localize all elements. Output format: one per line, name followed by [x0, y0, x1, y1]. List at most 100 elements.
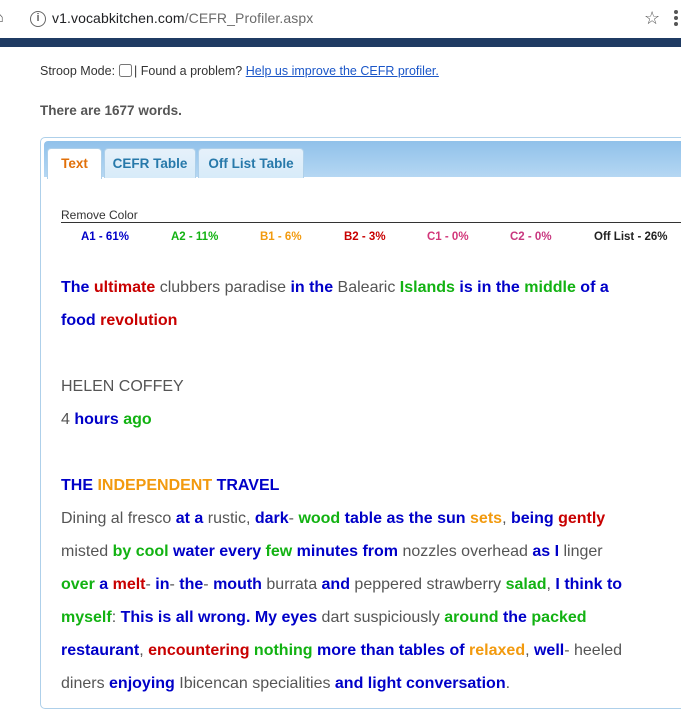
word-segment-a1: being [510, 510, 559, 527]
word-segment-a2: nothing [253, 642, 318, 659]
word-segment-off: - [288, 510, 299, 527]
word-segment-off: . [505, 675, 511, 692]
word-segment-a1: restaurant [61, 642, 140, 659]
word-segment-b1: relaxed [469, 642, 526, 659]
browser-address-bar: ⌂ i v1.vocabkitchen.com/CEFR_Profiler.as… [0, 0, 681, 39]
legend-b2[interactable]: B2 - 3% [344, 231, 386, 243]
text-line: diners enjoying Ibicencan specialities a… [61, 674, 510, 694]
tab-off-list-table[interactable]: Off List Table [198, 148, 304, 178]
word-segment-a2: Islands [399, 279, 460, 296]
stroop-mode-label: Stroop Mode: [40, 64, 116, 78]
word-segment-a1: as I [532, 543, 564, 560]
help-improve-link[interactable]: Help us improve the CEFR profiler. [246, 64, 439, 78]
word-segment-b1: INDEPENDENT [97, 477, 217, 494]
word-segment-a1: and light conversation [334, 675, 506, 692]
text-line: restaurant, encountering nothing more th… [61, 641, 622, 661]
word-segment-off: , [502, 510, 511, 527]
word-segment-a1: I think to [555, 576, 623, 593]
word-segment-off: : [111, 609, 121, 626]
text-line: over a melt- in- the- mouth burrata and … [61, 575, 622, 595]
site-nav-strip [0, 38, 681, 47]
word-segment-b2: gently [558, 510, 606, 527]
legend-divider [61, 222, 681, 223]
text-line: myself: This is all wrong. My eyes dart … [61, 608, 587, 628]
word-segment-off: rustic, [207, 510, 255, 527]
browser-menu-icon[interactable] [672, 8, 681, 28]
word-segment-off: , [139, 642, 149, 659]
legend-b1[interactable]: B1 - 6% [260, 231, 302, 243]
word-segment-off: - [203, 576, 214, 593]
word-segment-off: - [145, 576, 156, 593]
stroop-mode-checkbox[interactable] [119, 64, 133, 77]
word-segment-off: Ibicencan specialities [179, 675, 335, 692]
word-segment-b2: ultimate [93, 279, 160, 296]
text-line: food revolution [61, 311, 177, 331]
tab-text[interactable]: Text [47, 148, 102, 179]
word-segment-off: dart suspiciously [321, 609, 445, 626]
word-segment-a1: The [61, 279, 94, 296]
text-line: misted by cool water every few minutes f… [61, 542, 603, 562]
text-line: THE INDEPENDENT TRAVEL [61, 476, 279, 496]
url-field[interactable]: v1.vocabkitchen.com/CEFR_Profiler.aspx [52, 10, 313, 26]
remove-color-link[interactable]: Remove Color [61, 208, 138, 222]
word-segment-a1: in the [290, 279, 338, 296]
word-segment-a1: of a [580, 279, 609, 296]
word-segment-a1: at a [175, 510, 208, 527]
word-segment-a1: mouth [213, 576, 267, 593]
word-segment-b1: sets [470, 510, 503, 527]
text-line: Dining al fresco at a rustic, dark- wood… [61, 509, 605, 529]
home-icon[interactable]: ⌂ [0, 10, 10, 26]
bookmark-star-icon[interactable]: ☆ [644, 8, 660, 29]
word-segment-a1: more than tables of [317, 642, 470, 659]
word-segment-a2: few [265, 543, 297, 560]
legend-a1[interactable]: A1 - 61% [81, 231, 129, 243]
legend-off-list[interactable]: Off List - 26% [594, 231, 667, 243]
word-segment-a2: myself [61, 609, 112, 626]
info-icon[interactable]: i [30, 11, 46, 27]
problem-text: | Found a problem? [134, 64, 243, 78]
word-segment-a1: dark [254, 510, 289, 527]
word-segment-off: 4 [61, 411, 75, 428]
url-path: /CEFR_Profiler.aspx [184, 10, 314, 26]
word-segment-off: , [525, 642, 534, 659]
text-line: HELEN COFFEY [61, 377, 184, 397]
word-segment-a1: TRAVEL [216, 477, 280, 494]
word-segment-a1: table as the sun [344, 510, 471, 527]
word-segment-off: clubbers paradise [159, 279, 291, 296]
word-segment-a1: the [502, 609, 532, 626]
word-segment-a1: enjoying [109, 675, 180, 692]
word-segment-a2: ago [123, 411, 152, 428]
word-segment-a1: water every [173, 543, 266, 560]
stroop-mode-row: Stroop Mode: | Found a problem? Help us i… [40, 64, 439, 78]
text-line: 4 hours ago [61, 410, 152, 430]
word-segment-off: Dining al fresco [61, 510, 176, 527]
legend-c2[interactable]: C2 - 0% [510, 231, 552, 243]
word-segment-a1: This is all wrong. My eyes [120, 609, 322, 626]
text-line: The ultimate clubbers paradise in the Ba… [61, 278, 609, 298]
word-segment-off: misted [61, 543, 113, 560]
word-segment-a1: well [533, 642, 565, 659]
word-segment-a1: THE [61, 477, 98, 494]
word-segment-off: - [169, 576, 180, 593]
word-segment-a1: food [61, 312, 101, 329]
word-segment-a2: around [444, 609, 503, 626]
word-segment-off: Balearic [337, 279, 400, 296]
word-segment-a2: middle [524, 279, 581, 296]
tab-cefr-table[interactable]: CEFR Table [104, 148, 196, 178]
word-segment-a2: wood [298, 510, 345, 527]
word-segment-off: diners [61, 675, 110, 692]
url-host: v1.vocabkitchen.com [52, 10, 185, 26]
legend-a2[interactable]: A2 - 11% [171, 231, 218, 243]
word-segment-a1: hours [74, 411, 124, 428]
word-segment-a2: over [61, 576, 100, 593]
word-segment-off: nozzles overhead [402, 543, 533, 560]
legend-c1[interactable]: C1 - 0% [427, 231, 469, 243]
word-segment-off: HELEN COFFEY [61, 378, 184, 395]
word-segment-a1: minutes from [296, 543, 403, 560]
word-segment-off: - heeled [564, 642, 623, 659]
tab-bar: Text CEFR Table Off List Table [44, 141, 681, 179]
word-count: There are 1677 words. [40, 103, 182, 118]
word-segment-a2: salad [505, 576, 547, 593]
word-segment-off: burrata [266, 576, 322, 593]
word-segment-a1: and [321, 576, 355, 593]
